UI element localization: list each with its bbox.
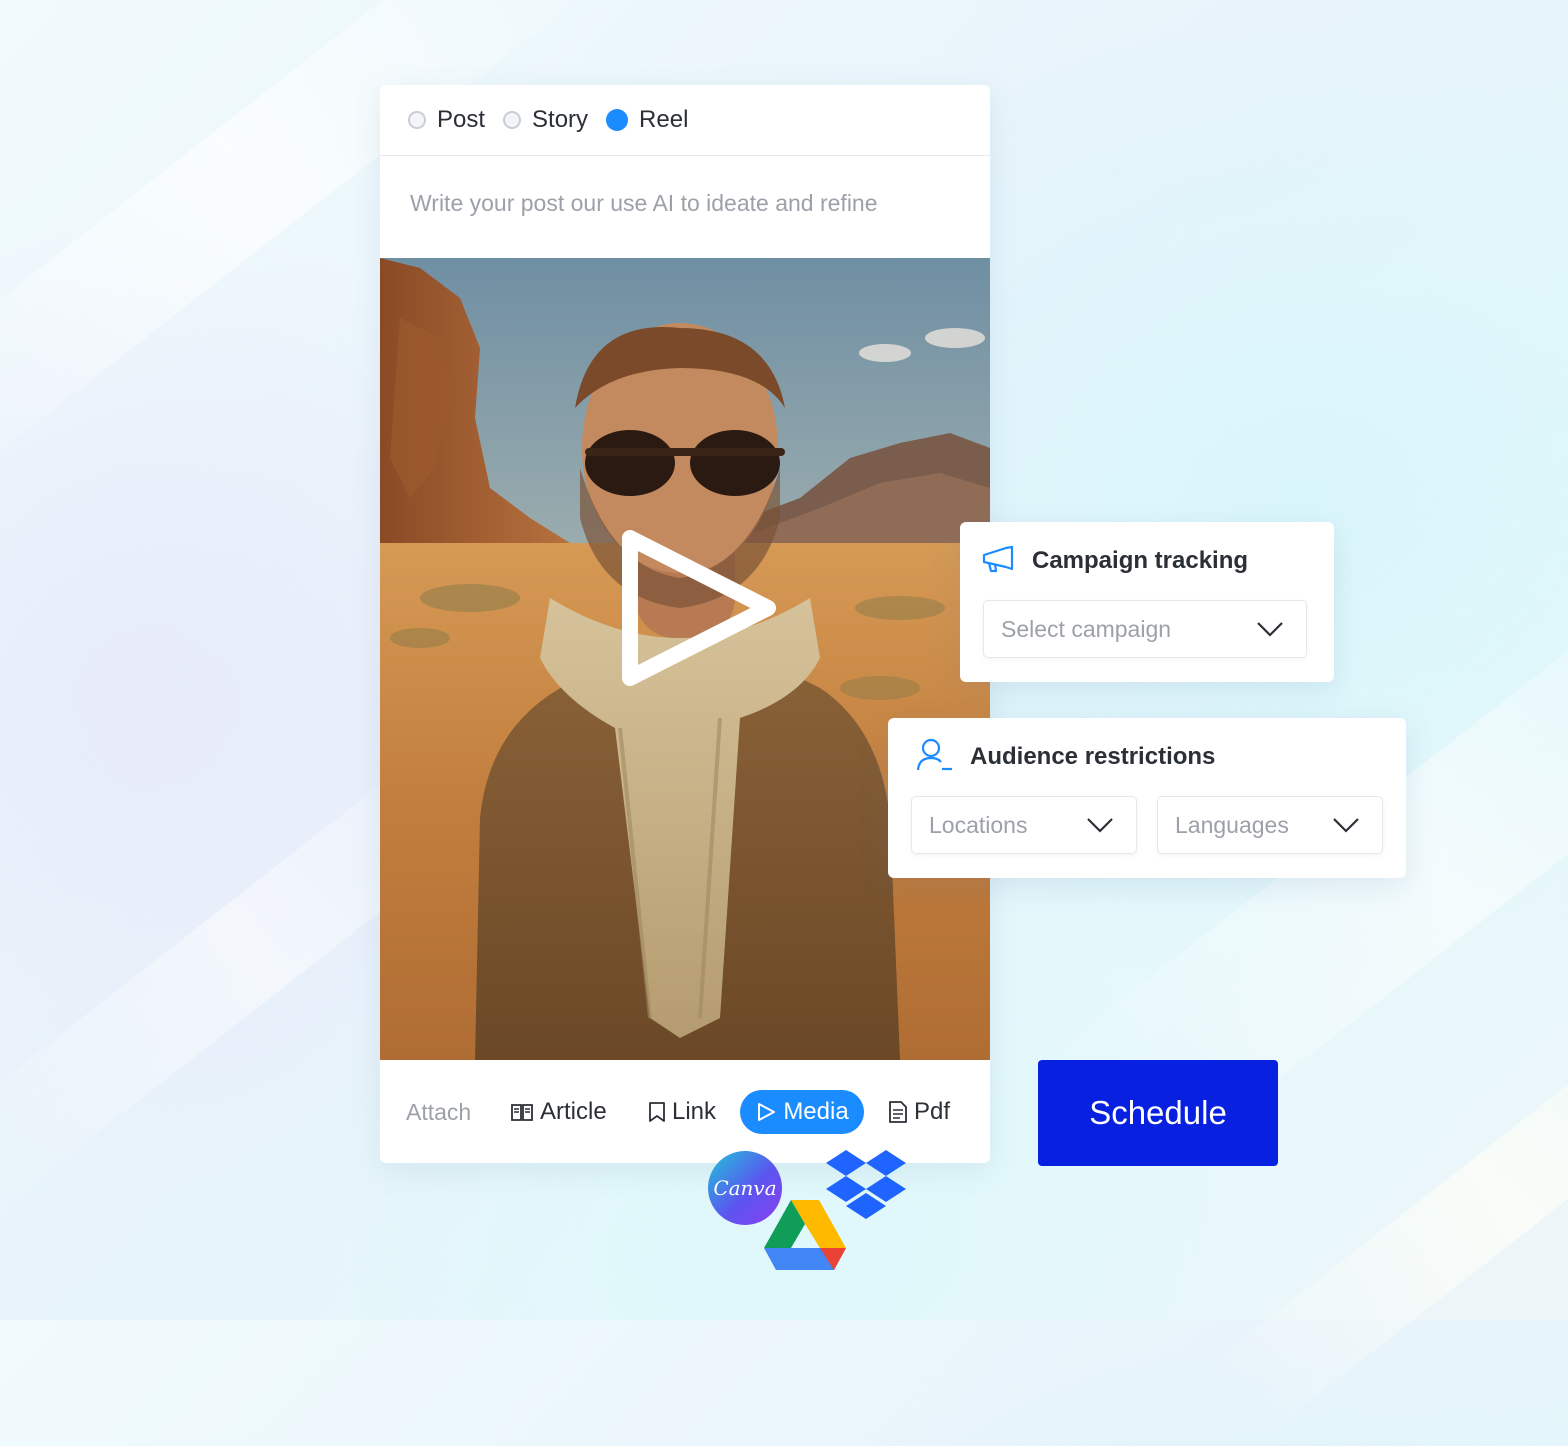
post-composer-card: Post Story Reel Write your post our use … [380, 85, 990, 1163]
post-type-story-label: Story [532, 106, 589, 133]
media-preview[interactable] [380, 258, 990, 1060]
post-type-post[interactable]: Post [408, 106, 485, 134]
chevron-down-icon [1257, 622, 1283, 637]
post-radio[interactable] [408, 111, 426, 129]
chevron-down-icon [1087, 818, 1113, 833]
locations-dropdown[interactable]: Locations [911, 796, 1137, 854]
reel-radio-selected[interactable] [606, 109, 629, 131]
post-text-input[interactable]: Write your post our use AI to ideate and… [410, 190, 878, 217]
attach-link-button[interactable]: Link [648, 1090, 716, 1134]
attach-media-button[interactable]: Media [740, 1090, 864, 1134]
play-outline-icon [758, 1103, 776, 1121]
document-icon [889, 1101, 907, 1123]
post-type-story[interactable]: Story [503, 106, 588, 134]
chevron-down-icon [1333, 818, 1359, 833]
attach-pdf-label: Pdf [914, 1098, 951, 1125]
attach-article-label: Article [540, 1098, 607, 1125]
bookmark-icon [649, 1102, 665, 1122]
book-icon [511, 1104, 533, 1121]
languages-placeholder: Languages [1175, 812, 1289, 838]
play-icon[interactable] [620, 528, 780, 688]
select-campaign-dropdown[interactable]: Select campaign [983, 600, 1307, 658]
post-type-reel-label: Reel [639, 106, 689, 133]
post-type-selector: Post Story Reel [380, 85, 990, 156]
megaphone-icon [982, 545, 1014, 573]
attach-label: Attach [406, 1099, 472, 1125]
attach-article-button[interactable]: Article [510, 1090, 607, 1134]
schedule-button[interactable]: Schedule [1038, 1060, 1278, 1166]
select-campaign-placeholder: Select campaign [1001, 616, 1172, 642]
audience-restrictions-title: Audience restrictions [970, 743, 1216, 770]
campaign-tracking-card: Campaign tracking Select campaign [960, 522, 1334, 682]
post-type-post-label: Post [437, 106, 486, 133]
attach-media-label: Media [783, 1098, 849, 1125]
campaign-tracking-title: Campaign tracking [1032, 547, 1249, 574]
canva-logo-text: Canva [713, 1176, 776, 1200]
languages-dropdown[interactable]: Languages [1157, 796, 1383, 854]
user-icon [916, 738, 952, 771]
google-drive-logo-icon[interactable] [762, 1198, 848, 1274]
story-radio[interactable] [503, 111, 522, 129]
post-type-reel[interactable]: Reel [606, 106, 688, 134]
locations-placeholder: Locations [929, 812, 1028, 838]
attach-link-label: Link [672, 1098, 717, 1125]
audience-restrictions-card: Audience restrictions Locations Language… [888, 718, 1406, 878]
attach-pdf-button[interactable]: Pdf [888, 1090, 950, 1134]
